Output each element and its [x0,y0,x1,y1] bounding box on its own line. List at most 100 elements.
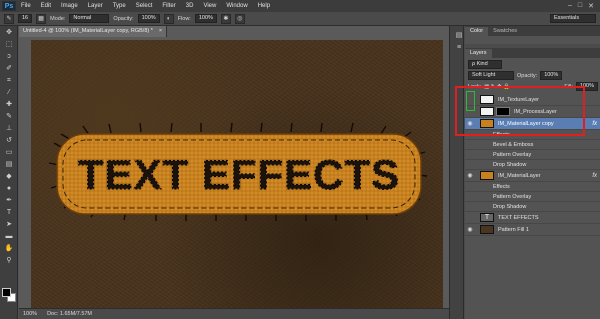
pressure-size-icon[interactable]: ◎ [234,13,245,24]
foreground-color-swatch[interactable] [2,288,11,297]
menu-bar: Ps File Edit Image Layer Type Select Fil… [0,0,600,12]
effect-name: Pattern Overlay [493,151,532,158]
clone-stamp-tool-icon[interactable]: ⊥ [2,123,16,134]
zoom-level[interactable]: 100% [23,311,37,317]
effect-name: Drop Shadow [493,161,527,168]
annotation-green-highlight [466,91,475,111]
menu-3d[interactable]: 3D [181,3,199,9]
menu-select[interactable]: Select [131,3,158,9]
effect-name: Drop Shadow [493,203,527,210]
effect-name: Bevel & Emboss [493,141,534,148]
flow-field[interactable]: 100% [194,14,217,23]
brush-size-field[interactable]: 16 [18,14,33,23]
effect-row[interactable]: Pattern Overlay [465,192,600,202]
photoshop-logo: Ps [2,1,16,11]
canvas-text-stitch-outline: TEXT EFFECTS [78,151,400,198]
hand-tool-icon[interactable]: ✋ [2,243,16,254]
brush-tool-icon[interactable]: ✎ [2,111,16,122]
menu-filter[interactable]: Filter [157,3,180,9]
effect-row[interactable]: Bevel & Emboss [465,140,600,150]
zoom-tool-icon[interactable]: ⚲ [2,255,16,266]
layer-row[interactable]: ◉ Pattern Fill 1 [465,224,600,236]
document-tab-close-icon[interactable]: × [159,26,162,37]
flow-label: Flow: [177,15,191,22]
tab-swatches[interactable]: Swatches [488,27,522,36]
layer-row[interactable]: ◉ IM_MaterialLayer fx [465,170,600,182]
crop-tool-icon[interactable]: ⌗ [2,75,16,86]
text-layer-icon: T [480,213,494,222]
dodge-tool-icon[interactable]: ● [2,183,16,194]
mode-select[interactable]: Normal [69,14,110,23]
document-tab[interactable]: Untitled-4 @ 100% (IM_MaterialLayer copy… [19,26,168,37]
layer-thumbnail [480,225,494,234]
eraser-tool-icon[interactable]: ▭ [2,147,16,158]
menu-window[interactable]: Window [221,3,252,9]
properties-panel-icon[interactable]: ≡ [452,42,466,53]
close-button[interactable]: ✕ [588,2,594,10]
leather-patch-artwork: TEXT EFFECTS TEXT EFFECTS [48,122,428,221]
healing-brush-tool-icon[interactable]: ✚ [2,99,16,110]
effects-row[interactable]: Effects [465,182,600,192]
blur-tool-icon[interactable]: ◆ [2,171,16,182]
layer-name: TEXT EFFECTS [498,214,539,221]
layer-opacity-field[interactable]: 100% [540,71,563,80]
workspace-select[interactable]: Essentials [550,14,596,23]
layer-filter-row: ρ Kind [465,60,600,69]
history-panel-icon[interactable]: ▤ [452,30,466,41]
minimize-button[interactable]: – [568,2,572,10]
eyedropper-tool-icon[interactable]: ⁄ [2,87,16,98]
layer-name: Pattern Fill 1 [498,226,529,233]
menu-edit[interactable]: Edit [36,3,56,9]
airbrush-icon[interactable]: ✱ [220,13,231,24]
layer-thumbnail [480,171,494,180]
type-tool-icon[interactable]: T [2,207,16,218]
maximize-button[interactable]: □ [578,2,582,10]
opacity-field[interactable]: 100% [137,14,160,23]
menu-type[interactable]: Type [108,3,131,9]
pen-tool-icon[interactable]: ✒ [2,195,16,206]
brush-tool-preset-icon[interactable]: ✎ [4,13,14,24]
tab-color[interactable]: Color [465,27,489,36]
collapsed-panel-dock: ▤ ≡ [450,26,464,319]
menu-help[interactable]: Help [253,3,275,9]
menu-file[interactable]: File [16,3,36,9]
eye-icon[interactable]: ◉ [465,172,475,179]
canvas[interactable]: TEXT EFFECTS TEXT EFFECTS [31,40,443,308]
layer-kind-filter[interactable]: ρ Kind [468,60,502,69]
layer-opacity-label: Opacity: [517,72,538,79]
blend-opacity-row: Soft Light Opacity: 100% [465,71,600,80]
effect-row[interactable]: Drop Shadow [465,202,600,212]
effect-name: Effects [493,183,510,190]
effect-row[interactable]: Pattern Overlay [465,150,600,160]
layer-row[interactable]: T TEXT EFFECTS [465,212,600,224]
document-tab-title: Untitled-4 @ 100% (IM_MaterialLayer copy… [23,28,153,34]
opacity-label: Opacity: [113,15,134,22]
tools-panel: ✥ ⬚ ↄ ✐ ⌗ ⁄ ✚ ✎ ⊥ ↺ ▭ ▤ ◆ ● ✒ T ➤ ▬ ✋ ⚲ [0,26,18,319]
pressure-opacity-icon[interactable]: ◐ [163,13,174,24]
gradient-tool-icon[interactable]: ▤ [2,159,16,170]
brush-panel-toggle-icon[interactable]: ▦ [36,13,47,24]
history-brush-tool-icon[interactable]: ↺ [2,135,16,146]
color-panel: Color Swatches [465,26,600,44]
lasso-tool-icon[interactable]: ↄ [2,51,16,62]
marquee-tool-icon[interactable]: ⬚ [2,39,16,50]
effect-name: Pattern Overlay [493,193,532,200]
menu-layer[interactable]: Layer [83,3,108,9]
path-select-tool-icon[interactable]: ➤ [2,219,16,230]
document-size-info[interactable]: Doc: 1.65M/7.57M [47,311,92,317]
shape-tool-icon[interactable]: ▬ [2,231,16,242]
blend-mode-select[interactable]: Soft Light [468,71,514,80]
color-panel-tabs: Color Swatches [465,26,600,36]
quick-select-tool-icon[interactable]: ✐ [2,63,16,74]
options-bar: ✎ 16 ▦ Mode: Normal Opacity: 100% ◐ Flow… [0,12,600,26]
window-controls: – □ ✕ [568,2,600,10]
menu-view[interactable]: View [198,3,221,9]
tab-layers[interactable]: Layers [465,49,492,58]
status-bar: 100% Doc: 1.65M/7.57M [19,308,449,319]
move-tool-icon[interactable]: ✥ [2,27,16,38]
eye-icon[interactable]: ◉ [465,226,475,233]
menu-image[interactable]: Image [56,3,83,9]
fx-icon[interactable]: fx [592,121,597,127]
effect-row[interactable]: Drop Shadow [465,160,600,170]
fx-icon[interactable]: fx [592,173,597,179]
